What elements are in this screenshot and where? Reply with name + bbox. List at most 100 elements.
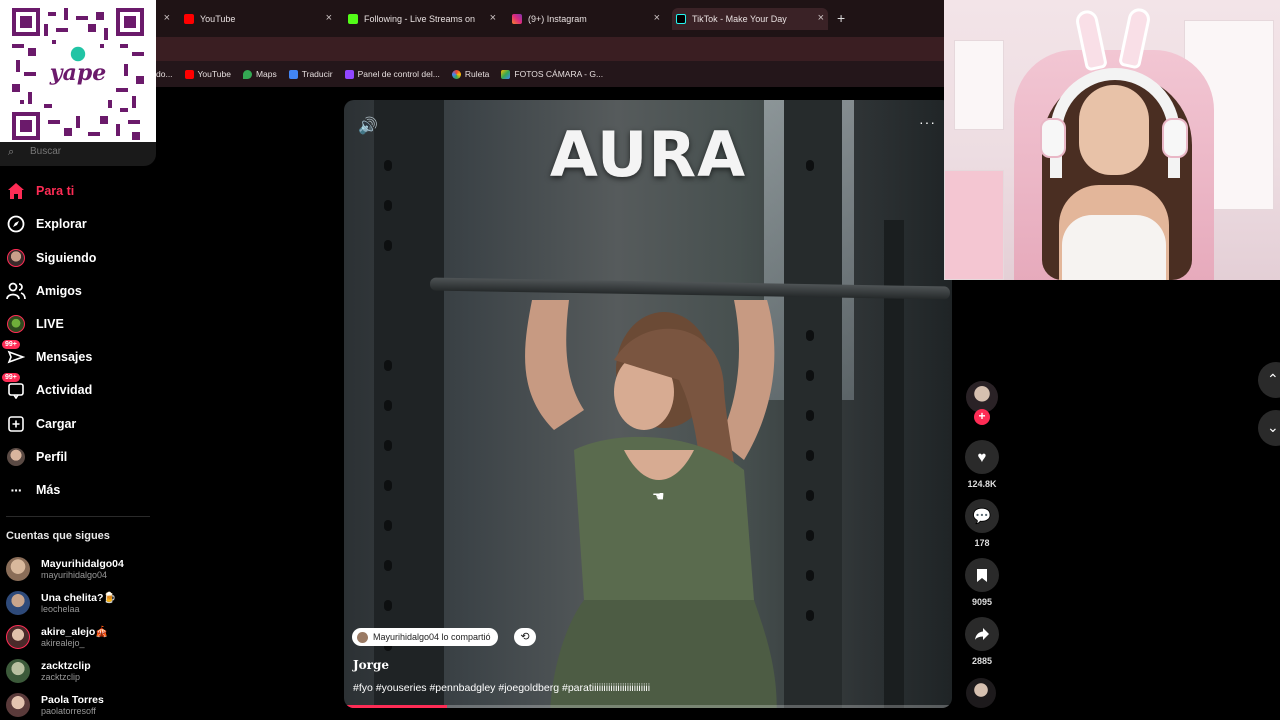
nav-following[interactable]: Siguiendo [6,246,96,270]
following-account[interactable]: Mayurihidalgo04 mayurihidalgo04 [6,557,124,581]
drive-icon [501,69,511,79]
kick-icon [348,14,358,24]
nav-label: LIVE [36,317,64,331]
nav-activity[interactable]: 99+ Actividad [2,373,92,402]
tab-tiktok[interactable]: TikTok - Make Your Day × [672,8,828,30]
nav-profile[interactable]: Perfil [6,445,67,469]
account-handle: mayurihidalgo04 [41,569,108,580]
bookmark-panel[interactable]: Panel de control del... [344,69,440,79]
bookmark-fotos[interactable]: FOTOS CÁMARA - G... [501,69,603,79]
upload-icon [6,414,26,434]
tiktok-icon [676,14,686,24]
tab-label: YouTube [200,14,236,24]
new-tab-button[interactable]: + [837,10,845,26]
nav-label: Cargar [36,417,77,431]
bookmark-item[interactable]: do... [156,69,173,79]
bookmark-icon [965,558,999,592]
comment-button[interactable]: 💬 178 [964,499,1000,548]
tab-label: (9+) Instagram [528,14,587,24]
account-name: Paola Torres [41,693,104,706]
hand-cursor-icon: ☚ [652,488,665,504]
nav-upload[interactable]: Cargar [6,412,76,436]
divider [6,516,150,517]
search-icon: ⌕ [8,146,15,158]
comment-count: 178 [974,538,990,548]
next-video-button[interactable]: ⌄ [1258,410,1280,446]
bookmark-maps[interactable]: Maps [242,69,277,79]
youtube-icon [184,69,194,79]
save-button[interactable]: 9095 [964,558,1000,607]
tab-youtube[interactable]: YouTube × [184,8,332,30]
video-progress-bar[interactable] [344,705,952,708]
tab-close-icon[interactable]: × [326,12,332,24]
browser-tab-bar: × YouTube × Following - Live Streams on … [156,0,944,37]
tab-kick[interactable]: Following - Live Streams on Kic × [348,8,496,30]
nav-for-you[interactable]: Para ti [6,179,74,203]
like-button[interactable]: ♥ 124.8K [964,440,1000,489]
tab-close-icon[interactable]: × [654,12,660,24]
account-name: akire_alejo🎪 [41,625,109,638]
compass-icon [6,214,26,234]
bookmarks-bar: do... YouTube Maps Traducir Panel de con… [156,61,944,87]
follow-button[interactable]: + [974,409,990,425]
nav-label: Mensajes [36,350,93,364]
following-account[interactable]: Una chelita?🍺 leochelaa [6,591,117,615]
avatar [6,693,30,717]
heart-icon: ♥ [965,440,999,474]
repost-pill[interactable]: Mayurihidalgo04 lo compartió [352,628,498,646]
account-name: zacktzclip [41,659,91,672]
tab-label: TikTok - Make Your Day [692,14,787,24]
bookmark-translate[interactable]: Traducir [288,69,333,79]
following-account[interactable]: Paola Torres paolatorresoff [6,693,104,717]
nav-label: Más [36,483,61,497]
share-count: 2885 [971,656,993,666]
nav-friends[interactable]: Amigos [6,279,82,303]
share-icon [965,617,999,651]
yape-logo: yape [49,60,106,86]
repost-icon[interactable]: ⟲ [514,628,536,646]
previous-video-button[interactable]: ⌃ [1258,362,1280,398]
share-button[interactable]: 2885 [964,617,1000,666]
shelf [954,40,1004,130]
tab-partial[interactable]: × [156,8,170,30]
account-handle: leochelaa [41,603,80,614]
search-placeholder: Buscar [30,146,62,157]
video-caption[interactable]: #fyo #youseries #pennbadgley #joegoldber… [353,682,650,694]
search-input[interactable]: ⌕ Buscar [0,142,156,166]
nav-label: Explorar [36,217,87,231]
video-author[interactable]: Jorge [353,658,389,672]
tab-close-icon[interactable]: × [164,12,170,24]
repost-text: Mayurihidalgo04 lo compartió [373,632,491,642]
bed [944,170,1004,280]
nav-label: Perfil [36,450,68,464]
bookmark-ruleta[interactable]: Ruleta [451,69,489,79]
like-count: 124.8K [967,479,997,489]
account-name: Una chelita?🍺 [41,591,117,604]
activity-icon: 99+ [2,373,26,400]
following-account[interactable]: akire_alejo🎪 akirealejo_ [6,625,108,649]
following-account[interactable]: zacktzclip zacktzclip [6,659,91,683]
nav-explore[interactable]: Explorar [6,212,87,236]
maps-icon [242,69,252,79]
account-handle: zacktzclip [41,671,81,682]
browser-toolbar [156,37,944,61]
more-options-icon[interactable]: ··· [919,114,936,130]
tab-instagram[interactable]: (9+) Instagram × [512,8,660,30]
video-player[interactable]: AURA 🔊 ··· Mayurihidalgo04 lo compartió … [344,100,952,708]
bookmark-youtube[interactable]: YouTube [184,69,231,79]
instagram-icon [512,14,522,24]
avatar [6,557,30,581]
nav-live[interactable]: LIVE [6,312,64,336]
webcam-overlay [944,0,1280,280]
activity-badge: 99+ [2,373,20,382]
tab-close-icon[interactable]: × [490,12,496,24]
volume-icon[interactable]: 🔊 [358,116,378,136]
nav-more[interactable]: ··· Más [6,478,61,502]
music-disc-avatar[interactable] [966,678,996,708]
more-icon: ··· [10,482,23,498]
messages-icon: 99+ [2,340,26,367]
tab-close-icon[interactable]: × [818,12,824,24]
nav-messages[interactable]: 99+ Mensajes [2,340,93,369]
translate-icon [288,69,298,79]
avatar [6,659,30,683]
